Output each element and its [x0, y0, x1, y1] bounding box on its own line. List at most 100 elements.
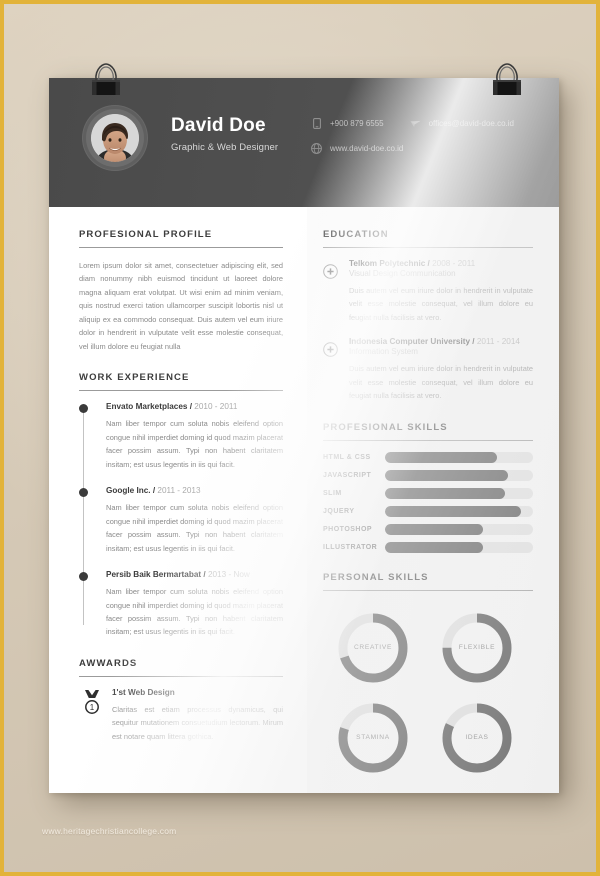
skill-bar-track	[385, 505, 533, 517]
binder-clip-icon	[80, 56, 132, 102]
skill-bar-row: HTML & CSS	[323, 451, 533, 463]
contact-website[interactable]: www.david-doe.co.id	[311, 143, 403, 154]
contact-email[interactable]: offices@david-doe.co.id	[410, 118, 514, 129]
donut-label: FLEXIBLE	[458, 644, 496, 652]
skill-bar-fill	[385, 541, 483, 553]
mail-icon	[410, 118, 421, 129]
section-divider	[323, 589, 533, 591]
skill-label: SLIM	[323, 489, 342, 497]
work-date: 2011 - 2013	[157, 486, 201, 496]
education-heading: Telkom Polytechnic / 2008 - 2011	[349, 259, 533, 268]
donut-chart: FLEXIBLE	[439, 610, 515, 686]
phone-text: +900 879 6555	[330, 119, 384, 128]
section-divider	[323, 247, 533, 248]
contact-list: +900 879 6555 offices@david-doe.co.id ww…	[311, 118, 541, 168]
award-body: 1'st Web Design Claritas est etiam proce…	[112, 688, 283, 743]
skill-bar-track	[385, 523, 533, 535]
section-title: Profesional Skills	[323, 421, 448, 433]
work-text: Nam liber tempor cum soluta nobis eleife…	[106, 587, 283, 637]
education-body: Indonesia Computer University / 2011 - 2…	[349, 337, 533, 402]
section-title: Personal Skills	[323, 571, 429, 583]
education-item: Indonesia Computer University / 2011 - 2…	[323, 337, 533, 402]
section-title: Profesional Profile	[79, 229, 213, 240]
section-professional-profile: Profesional Profile Lorem ipsum dolor si…	[79, 229, 283, 353]
job-role: Graphic & Web Designer	[171, 141, 279, 153]
skill-bar-list: HTML & CSS JAVASCRIPT SLIM JQUERY PHOTOSHOP I…	[323, 451, 533, 553]
skill-label: PHOTOSHOP	[323, 525, 373, 533]
skill-bar-track	[385, 487, 533, 499]
name-block: David Doe Graphic & Web Designer	[171, 115, 279, 153]
section-education: Education Telkom Polytechn	[323, 229, 533, 403]
skill-label: JAVASCRIPT	[323, 471, 372, 479]
skill-bar-fill	[385, 523, 483, 535]
award-name: 1'st Web Design	[112, 687, 175, 697]
donut-chart-list: CREATIVE FLEXIBLE STAMINA IDEAS	[323, 602, 533, 776]
avatar-ring	[82, 105, 148, 171]
plus-circle-icon	[323, 337, 349, 402]
svg-text:1: 1	[90, 703, 95, 712]
section-awards: Awwards 1 1'st Web Design	[79, 658, 283, 743]
contact-phone[interactable]: +900 879 6555	[311, 118, 384, 129]
education-text: Duis autem vel eum iriure dolor in hendr…	[349, 286, 533, 322]
globe-icon	[311, 143, 322, 154]
work-item: Persib Baik Bermartabat / 2013 - Now Nam…	[79, 570, 283, 639]
award-text: Claritas est etiam processus dynamicus, …	[112, 704, 283, 741]
skill-bar-track	[385, 541, 533, 553]
contact-row-primary: +900 879 6555 offices@david-doe.co.id	[311, 118, 541, 129]
skill-label: ILLUSTRATOR	[323, 543, 378, 551]
donut-label: STAMINA	[356, 734, 390, 742]
work-company: Persib Baik Bermartabat /	[106, 570, 206, 580]
resume-sheet: David Doe Graphic & Web Designer +900 87…	[49, 78, 559, 793]
skill-bar-fill	[385, 469, 508, 481]
skill-bar-row: ILLUSTRATOR	[323, 541, 533, 553]
timeline-dot-icon	[79, 488, 88, 498]
education-date: 2011 - 2014	[476, 337, 520, 347]
binder-clip-icon	[481, 56, 533, 102]
timeline-dot-icon	[79, 404, 88, 414]
education-school: Indonesia Computer University /	[349, 337, 475, 347]
education-body: Telkom Polytechnic / 2008 - 2011 Visual …	[349, 259, 533, 324]
work-item: Envato Marketplaces / 2010 - 2011 Nam li…	[79, 402, 283, 471]
education-item: Telkom Polytechnic / 2008 - 2011 Visual …	[323, 259, 533, 324]
skill-bar-track	[385, 451, 533, 463]
education-heading: Indonesia Computer University / 2011 - 2…	[349, 337, 533, 346]
watermark: www.heritagechristiancollege.com	[42, 826, 177, 836]
work-date: 2013 - Now	[207, 570, 250, 580]
work-company: Google Inc. /	[106, 486, 156, 496]
section-title: Awwards	[79, 657, 138, 669]
skill-bar-row: JAVASCRIPT	[323, 469, 533, 481]
section-divider	[79, 390, 283, 392]
skill-label: JQUERY	[323, 507, 355, 515]
section-work-experience: Work Experience Envato Marketplaces / 20…	[79, 372, 283, 639]
award-item: 1 1'st Web Design Claritas est etiam pro…	[79, 688, 283, 743]
education-text: Duis autem vel eum iriure dolor in hendr…	[349, 364, 533, 401]
work-timeline: Envato Marketplaces / 2010 - 2011 Nam li…	[79, 402, 283, 639]
work-text: Nam liber tempor cum soluta nobis eleife…	[106, 419, 283, 469]
education-date: 2008 - 2011	[432, 259, 476, 268]
section-title: Education	[323, 229, 389, 240]
donut-label: IDEAS	[465, 734, 489, 742]
work-company: Envato Marketplaces /	[106, 402, 193, 412]
page-title: David Doe	[171, 115, 266, 136]
work-text: Nam liber tempor cum soluta nobis eleife…	[106, 503, 283, 553]
skill-bar-fill	[385, 505, 522, 517]
skill-bar-row: SLIM	[323, 487, 533, 499]
education-school: Telkom Polytechnic /	[349, 259, 430, 268]
profile-text: Lorem ipsum dolor sit amet, consectetuer…	[79, 261, 283, 351]
section-title: Work Experience	[79, 372, 190, 384]
right-column: Education Telkom Polytechn	[307, 207, 559, 793]
work-item-heading: Envato Marketplaces / 2010 - 2011	[106, 402, 283, 411]
skill-bar-fill	[385, 487, 505, 499]
skill-bar-row: JQUERY	[323, 505, 533, 517]
section-personal-skills: Personal Skills CREATIVE FLEXIBLE STAMINA I…	[323, 572, 533, 776]
donut-label: CREATIVE	[353, 644, 393, 652]
left-column: Profesional Profile Lorem ipsum dolor si…	[49, 207, 307, 793]
image-frame: David Doe Graphic & Web Designer +900 87…	[4, 4, 596, 872]
skill-label: HTML & CSS	[323, 453, 371, 461]
work-date: 2010 - 2011	[194, 402, 238, 412]
skill-bar-row: PHOTOSHOP	[323, 523, 533, 535]
section-divider	[79, 675, 283, 677]
education-program: Visual Design Communication	[349, 269, 456, 278]
timeline-dot-icon	[79, 572, 88, 582]
avatar	[91, 114, 139, 162]
